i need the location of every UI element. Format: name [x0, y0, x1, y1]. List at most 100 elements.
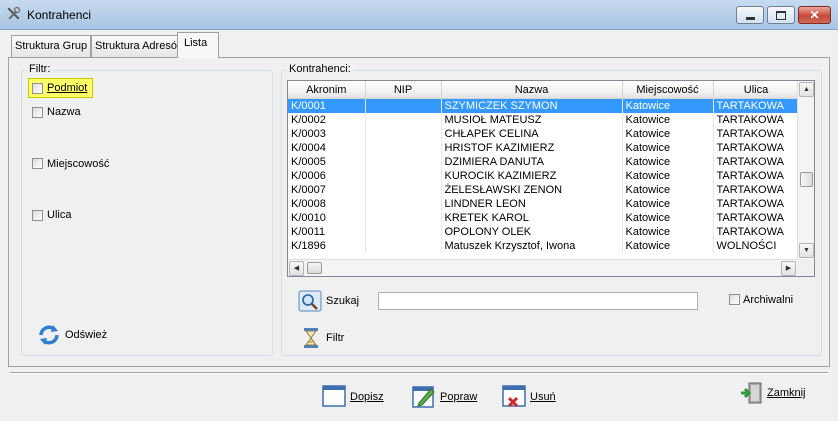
table-row[interactable]: K/0010 KRETEK KAROL Katowice TARTAKOWA — [288, 211, 800, 225]
cell-akronim: K/1896 — [288, 239, 366, 253]
ulica-checkbox[interactable] — [32, 210, 43, 221]
edit-document-icon — [412, 386, 436, 411]
filter-button[interactable] — [300, 327, 322, 349]
cell-nip — [365, 113, 442, 127]
table-row[interactable]: K/0006 KUROCIK KAZIMIERZ Katowice TARTAKOWA — [288, 169, 800, 183]
edit-label: Popraw — [440, 391, 478, 403]
tab-lista[interactable]: Lista — [177, 32, 219, 58]
cell-akronim: K/0001 — [288, 98, 366, 113]
column-header-ulica[interactable]: Ulica — [713, 81, 800, 99]
cell-nip — [365, 239, 442, 253]
vertical-scroll-thumb[interactable] — [800, 172, 813, 187]
tab-struktura-adresow[interactable]: Struktura Adresów — [91, 35, 179, 57]
cell-miejscowosc: Katowice — [622, 113, 714, 127]
tab-struktura-grup[interactable]: Struktura Grup — [11, 35, 91, 57]
cell-nip — [365, 127, 442, 141]
search-button[interactable] — [298, 290, 322, 312]
contractors-grid[interactable]: Akronim NIP Nazwa Miejscowość Ulica K/00… — [287, 80, 815, 277]
cell-nip — [365, 211, 442, 225]
cell-miejscowosc: Katowice — [622, 127, 714, 141]
cell-nazwa: Matuszek Krzysztof, Iwona — [441, 239, 623, 253]
cell-nip — [365, 98, 442, 113]
cell-ulica: TARTAKOWA — [713, 127, 800, 141]
cell-miejscowosc: Katowice — [622, 239, 714, 253]
table-row[interactable]: K/0003 CHŁAPEK CELINA Katowice TARTAKOWA — [288, 127, 800, 141]
refresh-button[interactable] — [36, 322, 62, 348]
app-tools-icon — [6, 6, 22, 22]
scroll-down-button[interactable]: ▼ — [799, 243, 814, 258]
cell-nip — [365, 197, 442, 211]
cell-nazwa: SZYMICZEK SZYMON — [441, 98, 623, 113]
cell-nip — [365, 155, 442, 169]
cell-nazwa: DZIMIERA DANUTA — [441, 155, 623, 169]
title-bar: Kontrahenci ✕ — [0, 0, 838, 30]
cell-akronim: K/0007 — [288, 183, 366, 197]
delete-button[interactable] — [502, 385, 526, 409]
cell-akronim: K/0006 — [288, 169, 366, 183]
ulica-label: Ulica — [47, 209, 72, 221]
cell-ulica: TARTAKOWA — [713, 183, 800, 197]
table-body: K/0001 SZYMICZEK SZYMON Katowice TARTAKOWA … — [288, 98, 800, 253]
cell-akronim: K/0011 — [288, 225, 366, 239]
close-icon: ✕ — [809, 8, 820, 22]
horizontal-scrollbar[interactable]: ◀ ▶ — [288, 259, 798, 276]
add-button[interactable] — [322, 385, 346, 407]
maximize-icon — [776, 10, 786, 20]
cell-miejscowosc: Katowice — [622, 183, 714, 197]
footer-separator — [10, 372, 828, 374]
vertical-scrollbar[interactable]: ▲ ▼ — [797, 81, 814, 259]
cell-nazwa: LINDNER LEON — [441, 197, 623, 211]
table-row[interactable]: K/0002 MUSIOŁ MATEUSZ Katowice TARTAKOWA — [288, 113, 800, 127]
cell-ulica: TARTAKOWA — [713, 98, 800, 113]
cell-akronim: K/0010 — [288, 211, 366, 225]
podmiot-checkbox[interactable] — [32, 83, 43, 94]
close-window-button[interactable]: ✕ — [798, 6, 831, 24]
horizontal-scroll-thumb[interactable] — [307, 262, 322, 274]
search-icon — [298, 290, 322, 315]
edit-button[interactable] — [412, 384, 436, 408]
column-header-nip[interactable]: NIP — [365, 81, 442, 99]
scroll-corner — [797, 259, 814, 276]
search-input[interactable] — [378, 292, 698, 310]
column-header-akronim[interactable]: Akronim — [288, 81, 366, 99]
table-row[interactable]: K/0005 DZIMIERA DANUTA Katowice TARTAKOWA — [288, 155, 800, 169]
cell-nazwa: OPOLONY OLEK — [441, 225, 623, 239]
filter-label: Filtr: — [27, 63, 53, 75]
cell-akronim: K/0002 — [288, 113, 366, 127]
table-row[interactable]: K/0007 ŻELESŁAWSKI ZENON Katowice TARTAKOWA — [288, 183, 800, 197]
refresh-label: Odśwież — [65, 329, 108, 341]
contractors-table: Akronim NIP Nazwa Miejscowość Ulica K/00… — [288, 81, 800, 253]
close-button[interactable] — [740, 381, 764, 405]
filter-button-label: Filtr — [326, 332, 345, 344]
nazwa-checkbox[interactable] — [32, 107, 43, 118]
close-label: Zamknij — [767, 387, 806, 399]
cell-ulica: TARTAKOWA — [713, 211, 800, 225]
cell-nazwa: ŻELESŁAWSKI ZENON — [441, 183, 623, 197]
cell-miejscowosc: Katowice — [622, 225, 714, 239]
archive-checkbox[interactable] — [729, 294, 740, 305]
table-row[interactable]: K/0004 HRISTOF KAZIMIERZ Katowice TARTAKOWA — [288, 141, 800, 155]
cell-ulica: TARTAKOWA — [713, 197, 800, 211]
cell-nip — [365, 169, 442, 183]
table-row[interactable]: K/1896 Matuszek Krzysztof, Iwona Katowice W… — [288, 239, 800, 253]
table-row[interactable]: K/0011 OPOLONY OLEK Katowice TARTAKOWA — [288, 225, 800, 239]
minimize-button[interactable] — [736, 6, 764, 24]
cell-ulica: WOLNOŚCI — [713, 239, 800, 253]
cell-nip — [365, 225, 442, 239]
cell-ulica: TARTAKOWA — [713, 225, 800, 239]
table-row[interactable]: K/0001 SZYMICZEK SZYMON Katowice TARTAKOWA — [288, 98, 800, 113]
scroll-up-button[interactable]: ▲ — [799, 82, 814, 97]
column-header-miejscowosc[interactable]: Miejscowość — [622, 81, 714, 99]
cell-miejscowosc: Katowice — [622, 169, 714, 183]
table-header-row: Akronim NIP Nazwa Miejscowość Ulica — [288, 81, 800, 99]
scroll-left-button[interactable]: ◀ — [289, 261, 304, 276]
table-row[interactable]: K/0008 LINDNER LEON Katowice TARTAKOWA — [288, 197, 800, 211]
maximize-button[interactable] — [767, 6, 795, 24]
miejscowosc-checkbox[interactable] — [32, 158, 43, 169]
scroll-right-button[interactable]: ▶ — [781, 261, 796, 276]
cell-nazwa: MUSIOŁ MATEUSZ — [441, 113, 623, 127]
cell-ulica: TARTAKOWA — [713, 113, 800, 127]
cell-akronim: K/0008 — [288, 197, 366, 211]
hourglass-icon — [300, 328, 322, 352]
column-header-nazwa[interactable]: Nazwa — [441, 81, 623, 99]
